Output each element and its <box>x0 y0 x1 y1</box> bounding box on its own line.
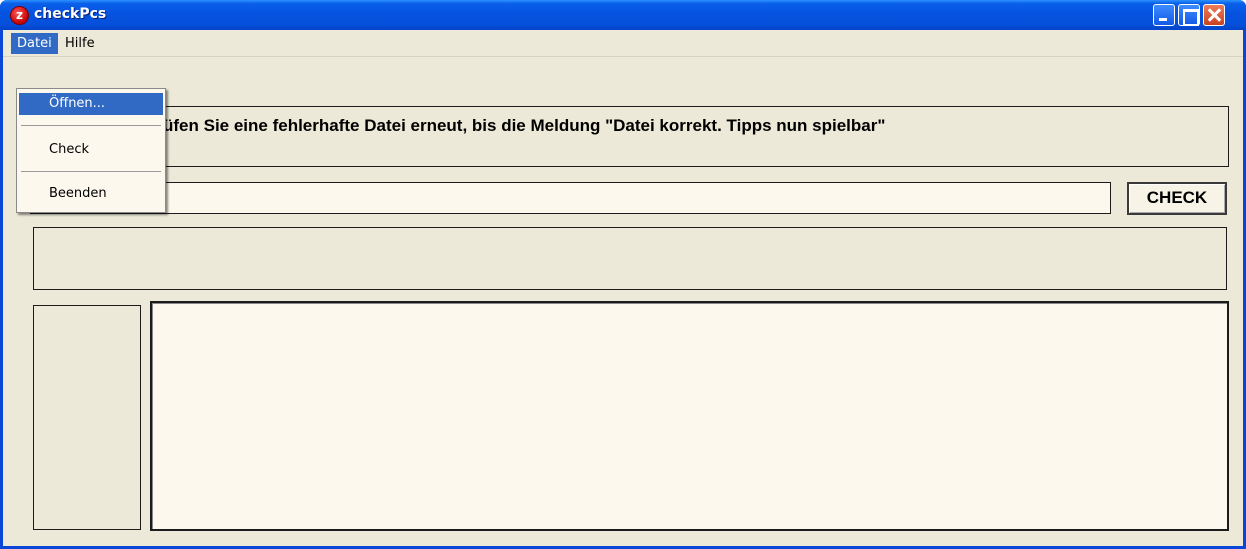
close-icon[interactable] <box>1203 4 1225 26</box>
minimize-icon[interactable] <box>1153 4 1175 26</box>
maximize-icon[interactable] <box>1178 4 1200 26</box>
info-panel: üfen Sie eine fehlerhafte Datei erneut, … <box>30 106 1229 167</box>
menu-separator <box>21 125 161 126</box>
menu-item-check[interactable]: Check <box>19 139 163 161</box>
status-panel <box>33 227 1227 290</box>
info-message: üfen Sie eine fehlerhafte Datei erneut, … <box>163 116 886 135</box>
datei-dropdown-menu: Öffnen... Check Beenden <box>16 88 166 213</box>
menu-bar: Datei Hilfe <box>3 30 1243 57</box>
menu-separator <box>21 171 161 172</box>
app-logo-icon[interactable]: z <box>10 6 29 25</box>
check-button[interactable]: CHECK <box>1127 182 1227 215</box>
title-bar[interactable]: z checkPcs <box>0 0 1246 30</box>
output-textarea[interactable] <box>150 301 1229 531</box>
menu-datei[interactable]: Datei <box>11 33 58 54</box>
app-window: z checkPcs Datei Hilfe üfen Sie eine feh… <box>0 0 1246 549</box>
window-title: checkPcs <box>34 6 107 22</box>
menu-hilfe[interactable]: Hilfe <box>59 33 101 54</box>
side-panel <box>33 305 141 530</box>
menu-item-beenden[interactable]: Beenden <box>19 183 163 205</box>
file-path-field[interactable] <box>30 182 1111 214</box>
menu-item-oeffnen[interactable]: Öffnen... <box>19 93 163 115</box>
